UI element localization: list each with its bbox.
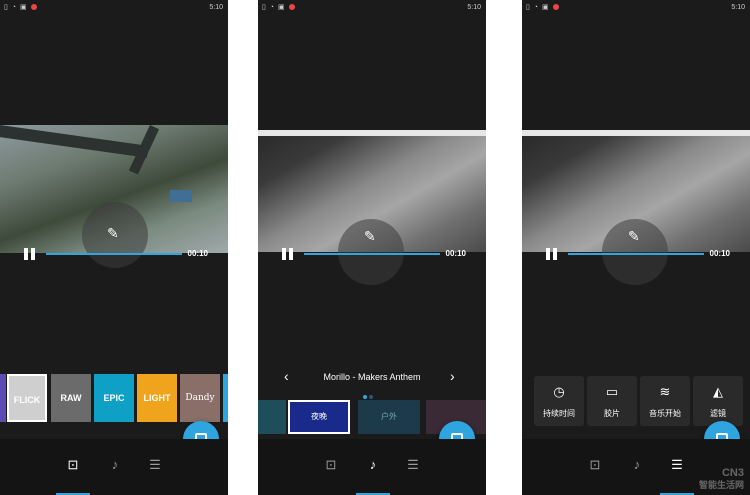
theme-icon[interactable]: ⊡ (64, 457, 82, 473)
tool-filter[interactable]: ◭ 滤镜 (693, 376, 743, 426)
progress-bar[interactable] (568, 253, 704, 255)
music-thumb-label: 户外 (381, 412, 397, 421)
tool-label: 滤镜 (710, 409, 726, 418)
video-timestamp: 00:10 (445, 249, 466, 258)
watermark-line2: 智能生活网 (698, 480, 744, 490)
status-time: 5:10 (467, 4, 481, 11)
status-icons: ▯ ◔ ▣ (4, 0, 37, 16)
bottom-toolbar: ⊡ ♪ ☰ (0, 439, 228, 495)
music-title: Morillo - Makers Anthem (323, 372, 421, 382)
progress-bar[interactable] (46, 253, 182, 255)
filter-flick[interactable]: FLICK (7, 374, 47, 422)
playback-controls: 00:10 (0, 247, 228, 261)
chevron-left-icon[interactable]: ‹ (284, 368, 289, 384)
chevron-right-icon[interactable]: › (450, 368, 455, 384)
watermark-logo: CN3 智能生活网 (699, 467, 744, 491)
music-thumb-outdoor[interactable]: 户外 (358, 400, 420, 434)
pencil-icon[interactable]: ✎ (628, 228, 640, 245)
sliders-icon[interactable]: ☰ (668, 457, 686, 473)
status-bar: ▯ ◔ ▣ 5:10 (258, 0, 486, 16)
status-icons: ▯ ◔ ▣ (526, 0, 559, 16)
theme-icon[interactable]: ⊡ (586, 457, 604, 473)
music-note-icon[interactable]: ♪ (106, 457, 124, 473)
status-icons: ▯ ◔ ▣ (262, 0, 295, 16)
phone-screen-music: ▯ ◔ ▣ 5:10 ✎ 00:10 ‹ Morillo - Makers An… (258, 0, 486, 495)
filter-raw[interactable]: RAW (51, 374, 91, 422)
playback-controls: 00:10 (258, 247, 486, 261)
clock-icon: ◷ (553, 384, 565, 399)
tool-duration[interactable]: ◷ 持续时间 (534, 376, 584, 426)
filter-light[interactable]: LIGHT (137, 374, 177, 422)
status-time: 5:10 (731, 4, 745, 11)
progress-bar[interactable] (304, 253, 440, 255)
tool-label: 音乐开始 (649, 409, 681, 418)
filter-partial-right[interactable] (223, 374, 228, 422)
waveform-icon: ≋ (659, 384, 671, 399)
music-note-icon[interactable]: ♪ (364, 457, 382, 473)
filter-label: EPIC (103, 393, 125, 403)
pause-icon[interactable] (546, 248, 558, 260)
sliders-icon[interactable]: ☰ (146, 457, 164, 473)
filter-partial-left[interactable] (0, 374, 6, 422)
filter-icon: ◭ (713, 384, 723, 399)
film-icon: ▭ (605, 384, 619, 399)
filter-epic[interactable]: EPIC (94, 374, 134, 422)
music-thumb-partial[interactable] (258, 400, 286, 434)
phone-screen-filters: ▯ ◔ ▣ 5:10 ✎ 00:10 FLICK RAW EPIC LIGHT … (0, 0, 228, 495)
pause-icon[interactable] (24, 248, 36, 260)
filter-label: FLICK (13, 395, 41, 405)
tool-label: 胶片 (604, 409, 620, 418)
tool-music-start[interactable]: ≋ 音乐开始 (640, 376, 690, 426)
tool-label: 持续时间 (543, 409, 575, 418)
filter-label: Dandy (185, 393, 215, 403)
bottom-toolbar: ⊡ ♪ ☰ (258, 439, 486, 495)
theme-icon[interactable]: ⊡ (322, 457, 340, 473)
music-thumb-label: 夜晚 (311, 412, 327, 421)
status-bar: ▯ ◔ ▣ 5:10 (522, 0, 750, 16)
playback-controls: 00:10 (522, 247, 750, 261)
filter-label: RAW (60, 393, 82, 403)
music-thumb-night[interactable]: 夜晚 (288, 400, 350, 434)
status-bar: ▯ ◔ ▣ 5:10 (0, 0, 228, 16)
pencil-icon[interactable]: ✎ (107, 225, 119, 242)
watermark-line1: CN3 (721, 467, 744, 479)
pause-icon[interactable] (282, 248, 294, 260)
phone-screen-tools: ▯ ◔ ▣ 5:10 ✎ 00:10 ◷ 持续时间 ▭ 胶片 ≋ 音乐开始 ◭ … (522, 0, 750, 495)
filter-label: LIGHT (143, 393, 171, 403)
tool-film[interactable]: ▭ 胶片 (587, 376, 637, 426)
filter-dandy[interactable]: Dandy (180, 374, 220, 422)
sliders-icon[interactable]: ☰ (404, 457, 422, 473)
video-timestamp: 00:10 (709, 249, 730, 258)
video-timestamp: 00:10 (187, 249, 208, 258)
status-time: 5:10 (209, 4, 223, 11)
music-note-icon[interactable]: ♪ (628, 457, 646, 473)
pencil-icon[interactable]: ✎ (364, 228, 376, 245)
